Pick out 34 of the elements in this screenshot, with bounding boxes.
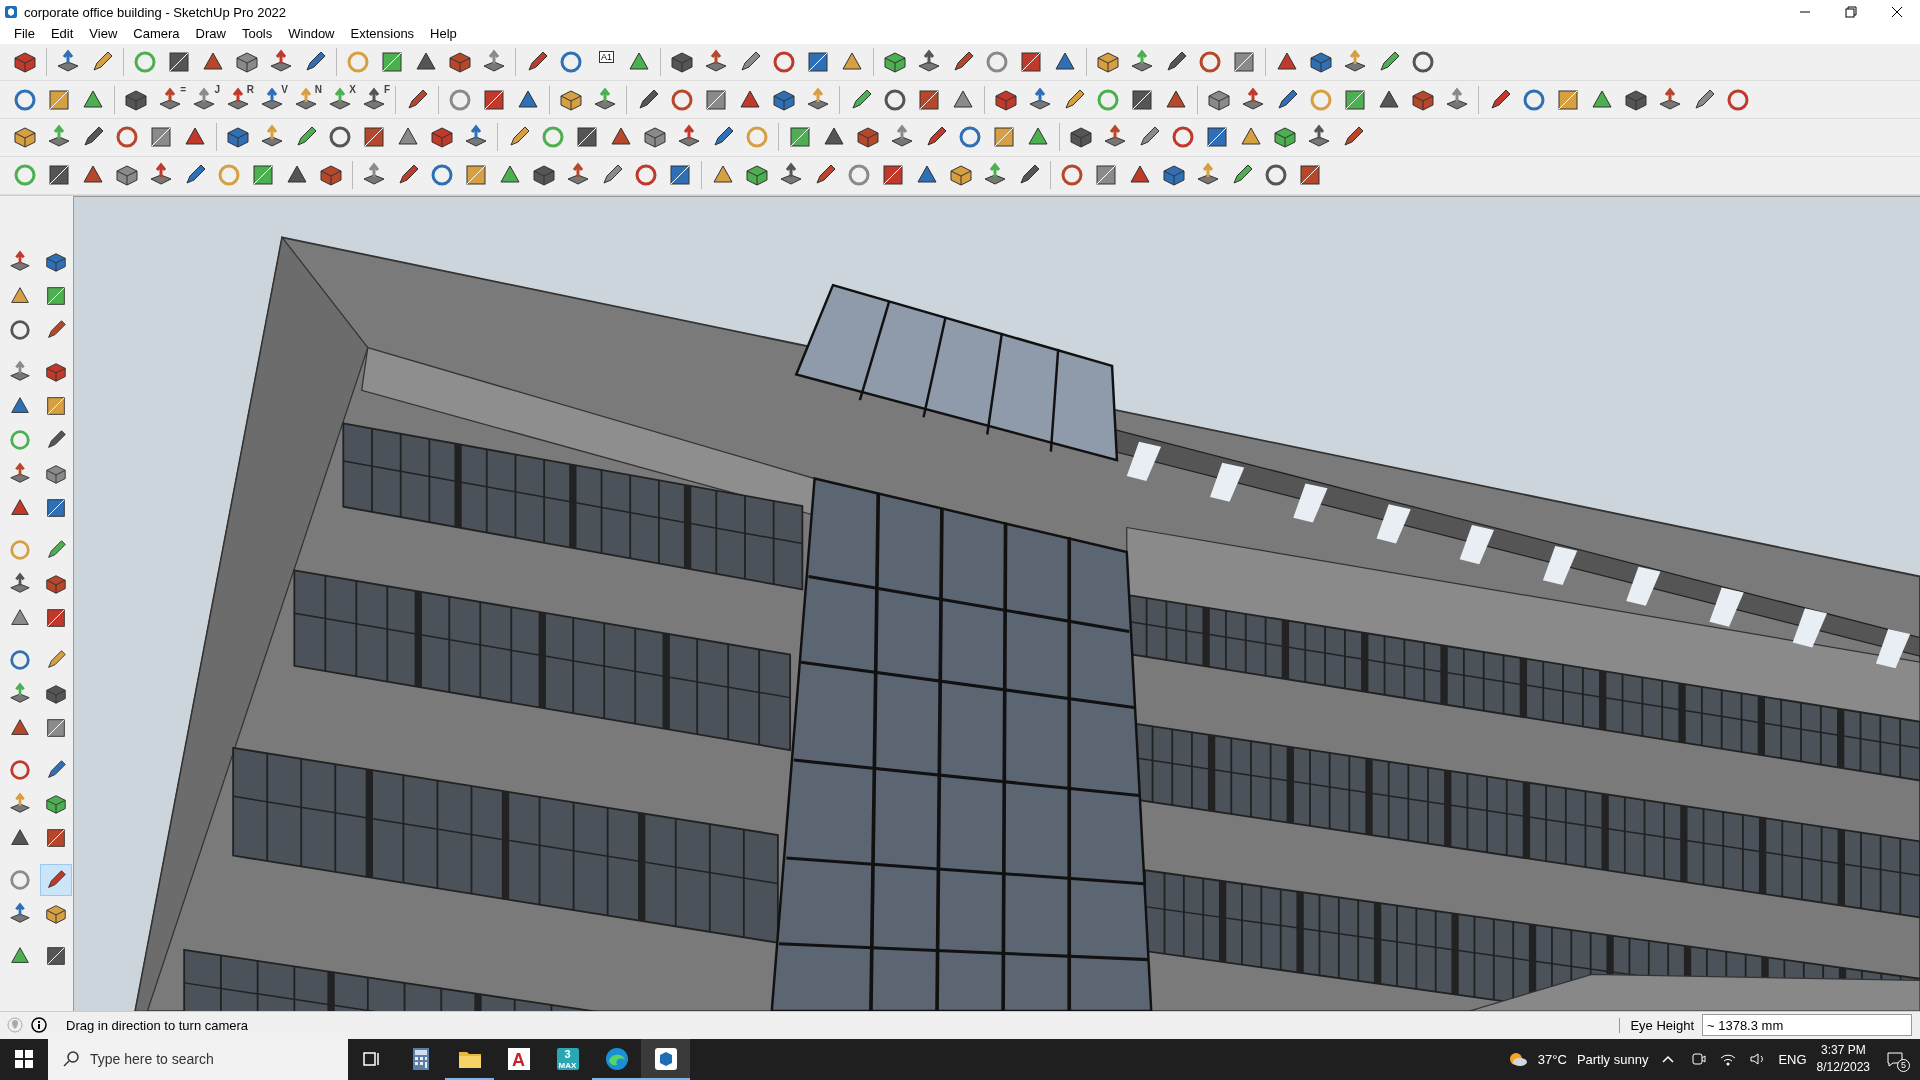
menu-item[interactable]: Extensions xyxy=(342,26,423,42)
menu-item[interactable]: File xyxy=(6,26,43,42)
weather-temperature[interactable]: 37°C xyxy=(1537,1051,1567,1067)
measurement-field[interactable]: ~ 1378.3 mm xyxy=(1702,1014,1912,1037)
menu-item[interactable]: Camera xyxy=(125,26,188,42)
window-title: corporate office building - SketchUp Pro 2022 xyxy=(24,4,287,20)
menu-item[interactable]: Window xyxy=(280,26,343,42)
app-letter: A xyxy=(512,1049,525,1071)
app-letter: 3 xyxy=(564,1047,571,1060)
menu-item[interactable]: View xyxy=(81,26,126,42)
menu-item[interactable]: Help xyxy=(422,26,465,42)
letter-label: N xyxy=(314,83,322,95)
clock-date[interactable]: 8/12/2023 xyxy=(1816,1059,1870,1077)
letter-label: V xyxy=(281,83,288,95)
app-label: MAX xyxy=(558,1060,577,1070)
letter-label: J xyxy=(214,83,220,95)
taskbar-search-field[interactable]: Type here to search xyxy=(48,1038,348,1080)
menu-item[interactable]: Edit xyxy=(42,26,82,42)
status-message: Drag in direction to turn camera xyxy=(66,1017,249,1033)
letter-label: = xyxy=(180,83,186,95)
measurement-label: Eye Height xyxy=(1619,1017,1694,1033)
letter-label: X xyxy=(349,83,356,95)
menu-item[interactable]: Tools xyxy=(233,26,281,42)
clock-time[interactable]: 3:37 PM xyxy=(1820,1042,1866,1060)
menu-item[interactable]: Draw xyxy=(187,26,234,42)
text-tool-icon[interactable]: A1 xyxy=(588,44,622,79)
letter-label: F xyxy=(383,83,390,95)
text-label: A1 xyxy=(599,50,614,63)
notification-count: 5 xyxy=(1897,1059,1910,1073)
letter-label: R xyxy=(246,83,254,95)
taskbar-app-button[interactable]: A xyxy=(494,1038,543,1080)
language-indicator[interactable]: ENG xyxy=(1778,1051,1807,1067)
notification-button[interactable]: 5 xyxy=(1880,1044,1910,1075)
weather-condition[interactable]: Partly sunny xyxy=(1576,1051,1649,1067)
